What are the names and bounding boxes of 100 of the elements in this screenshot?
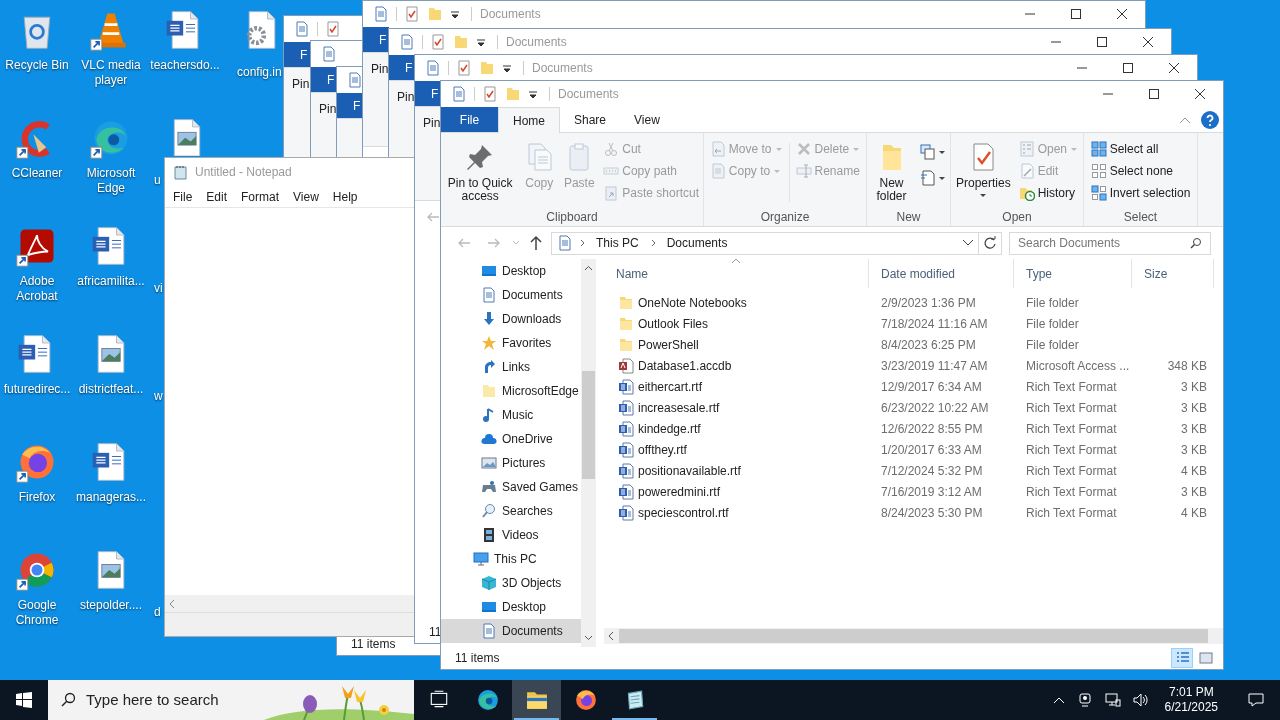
file-name[interactable]: Outlook Files (604, 314, 869, 333)
table-cell-text: 7/18/2024 11:16 AM (880, 315, 989, 333)
file-name[interactable]: poweredmini.rtf (604, 482, 869, 501)
scroll-up-icon[interactable] (584, 265, 593, 271)
navigation-item[interactable]: Documents (441, 283, 581, 307)
dropdown-caret-icon[interactable] (962, 239, 974, 247)
view-button[interactable] (1171, 648, 1193, 668)
file-name[interactable]: PowerShell (604, 335, 869, 354)
ribbon-button[interactable]: Select all (1086, 139, 1195, 159)
file-name[interactable]: increasesale.rtf (604, 398, 869, 417)
ribbon-button[interactable]: New folder (867, 137, 916, 203)
properties-page-icon[interactable] (399, 34, 415, 50)
navigation-item[interactable]: Desktop (441, 595, 581, 619)
cut-off-tab[interactable]: F (389, 55, 415, 80)
checklist-page-icon[interactable] (404, 6, 420, 22)
column-header[interactable]: Size (1132, 259, 1214, 288)
properties-page-icon[interactable] (451, 86, 467, 102)
navigation-item[interactable]: Favorites (441, 331, 581, 355)
ribbon-button[interactable]: Invert selection (1086, 183, 1195, 203)
horizontal-scrollbar[interactable] (604, 628, 1223, 644)
ribbon-button-label[interactable]: Pin (397, 91, 415, 104)
ribbon-tab[interactable]: View (620, 107, 674, 132)
ribbon-button-label[interactable]: Pin (319, 103, 337, 116)
ribbon-button-label[interactable]: Pin (292, 78, 310, 91)
menu-item[interactable]: Help (325, 187, 365, 206)
ribbon-button-label[interactable]: Pin (371, 63, 389, 76)
navigation-item[interactable]: Desktop (441, 259, 581, 283)
copy-to-icon (709, 163, 726, 179)
checklist-page-icon[interactable] (430, 34, 446, 50)
search-box[interactable]: Type here to search (48, 680, 414, 720)
column-header[interactable]: Type (1014, 259, 1132, 288)
meet-icon[interactable] (1076, 692, 1093, 708)
menu-item[interactable]: Format (234, 187, 287, 206)
ribbon-button[interactable]: Properties (951, 137, 1015, 198)
breadcrumb[interactable]: This PC (592, 234, 643, 252)
cut-off-tab[interactable]: F (284, 42, 310, 67)
collapse-ribbon-icon[interactable] (1179, 115, 1191, 124)
file-name[interactable]: speciescontrol.rtf (604, 503, 869, 522)
checklist-page-icon[interactable] (325, 21, 341, 37)
navigation-item[interactable]: OneDrive (441, 427, 581, 451)
notifications-icon (1248, 692, 1264, 708)
breadcrumb[interactable]: Documents (662, 234, 732, 252)
horizontal-scrollbar[interactable] (165, 595, 414, 612)
file-name[interactable]: kindedge.rtf (604, 419, 869, 438)
cut-off-tab[interactable]: F (337, 93, 363, 118)
scroll-left-icon[interactable] (168, 598, 176, 609)
file-name[interactable]: OneNote Notebooks (604, 293, 869, 312)
checklist-page-icon[interactable] (482, 86, 498, 102)
taskbar-app[interactable] (512, 680, 561, 720)
table-cell-text: 8/4/2023 6:25 PM (880, 336, 977, 354)
show-hidden-icons-icon[interactable] (1052, 696, 1065, 704)
navigation-item[interactable]: Downloads (441, 307, 581, 331)
menu-item[interactable]: View (286, 187, 326, 206)
properties-page-icon[interactable] (373, 6, 389, 22)
menu-item[interactable]: Edit (199, 187, 235, 206)
scrollbar-thumb[interactable] (582, 371, 595, 479)
search-field[interactable]: Search Documents (1009, 231, 1211, 255)
scroll-down-icon[interactable] (584, 635, 593, 641)
checklist-page-icon[interactable] (456, 60, 472, 76)
properties-page-icon[interactable] (425, 60, 441, 76)
ribbon-tab[interactable]: Share (560, 107, 621, 132)
navigation-item[interactable]: Pictures (441, 451, 581, 475)
file-name[interactable]: Database1.accdb (604, 356, 869, 375)
navigation-item[interactable]: 3D Objects (441, 571, 581, 595)
properties-page-icon[interactable] (321, 46, 337, 62)
file-name[interactable]: positionavailable.rtf (604, 461, 869, 480)
ribbon-tab[interactable]: File (441, 107, 498, 132)
navigation-item[interactable]: This PC (441, 547, 581, 571)
file-name[interactable]: eithercart.rtf (604, 377, 869, 396)
folder-icon (618, 315, 634, 332)
ribbon-button-label[interactable]: Pin (423, 117, 441, 130)
ribbon-tab[interactable]: Home (498, 107, 560, 133)
cut-off-tab[interactable]: F (311, 67, 337, 92)
ribbon-button[interactable]: Pin to Quick access (441, 137, 520, 203)
menu-item[interactable]: File (166, 187, 200, 206)
status-text: 11 (429, 624, 442, 641)
navigation-item[interactable]: MicrosoftEdge (441, 379, 581, 403)
help-icon[interactable] (1201, 110, 1219, 129)
file-name[interactable]: offthey.rtf (604, 440, 869, 459)
properties-page-icon[interactable] (347, 72, 363, 88)
clock[interactable]: 7:01 PM 6/21/2025 (1160, 685, 1222, 715)
navigation-item[interactable]: Saved Games (441, 475, 581, 499)
cut-off-tab[interactable]: F (415, 81, 441, 106)
scrollbar-thumb[interactable] (619, 629, 1208, 643)
navigation-item[interactable]: Documents (441, 619, 581, 643)
column-header[interactable]: Name (604, 259, 869, 288)
navigation-item[interactable]: Videos (441, 523, 581, 547)
ribbon-button[interactable]: History (1014, 183, 1083, 203)
column-header[interactable]: Date modified (869, 259, 1014, 288)
volume-icon[interactable] (1132, 692, 1149, 708)
network-icon[interactable] (1104, 692, 1121, 708)
ribbon-button[interactable]: Select none (1086, 161, 1195, 181)
navigation-item[interactable]: Links (441, 355, 581, 379)
address-bar[interactable]: This PC Documents (551, 231, 1002, 255)
cut-off-tab[interactable]: F (363, 27, 389, 52)
navigation-item[interactable]: Searches (441, 499, 581, 523)
vertical-scrollbar[interactable] (581, 259, 596, 647)
properties-page-icon[interactable] (294, 21, 310, 37)
navigation-item[interactable]: Music (441, 403, 581, 427)
refresh-icon[interactable] (983, 236, 997, 250)
